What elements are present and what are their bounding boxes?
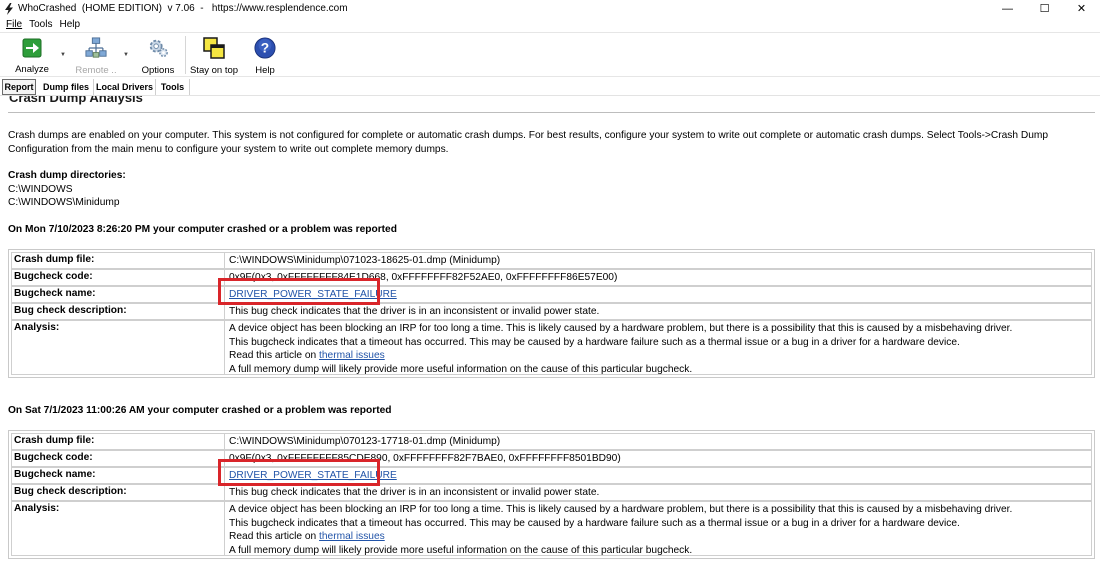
desc-label: Bug check description: — [11, 484, 225, 501]
window-title: WhoCrashed (HOME EDITION) v 7.06 - https… — [18, 3, 348, 14]
code-label: Bugcheck code: — [11, 269, 225, 286]
crash-dump-dirs-label: Crash dump directories: — [8, 170, 126, 181]
table-row: Bugcheck name: DRIVER_POWER_STATE_FAILUR… — [11, 286, 1092, 303]
desc-label: Bug check description: — [11, 303, 225, 320]
maximize-button[interactable]: ☐ — [1026, 0, 1063, 17]
crash-details-table: Crash dump file: C:\WINDOWS\Minidump\070… — [8, 430, 1095, 559]
bug-check-description-value: This bug check indicates that the driver… — [225, 303, 1092, 320]
gear-icon — [147, 37, 169, 59]
tab-dump-files[interactable]: Dump files — [39, 79, 94, 95]
table-row: Crash dump file: C:\WINDOWS\Minidump\070… — [11, 433, 1092, 450]
table-row: Crash dump file: C:\WINDOWS\Minidump\071… — [11, 252, 1092, 269]
tab-bar: Report Dump files Local Drivers Tools — [0, 77, 1100, 96]
thermal-issues-link[interactable]: thermal issues — [319, 350, 385, 361]
menu-tools[interactable]: Tools — [29, 19, 52, 30]
window-controls: — ☐ ✕ — [989, 0, 1100, 17]
file-label: Crash dump file: — [11, 433, 225, 450]
options-label: Options — [141, 65, 175, 76]
toolbar-separator — [185, 36, 186, 74]
stay-on-top-label: Stay on top — [189, 65, 239, 76]
stay-on-top-button[interactable]: Stay on top — [189, 37, 239, 76]
analysis-line: Read this article on thermal issues — [229, 349, 1091, 363]
remote-dropdown-icon[interactable]: ▼ — [123, 52, 129, 58]
analysis-value: A device object has been blocking an IRP… — [225, 501, 1092, 556]
svg-text:?: ? — [261, 41, 269, 56]
highlight-box — [218, 278, 380, 305]
name-label: Bugcheck name: — [11, 467, 225, 484]
crash-heading: On Mon 7/10/2023 8:26:20 PM your compute… — [8, 224, 397, 235]
crash-dump-file-value: C:\WINDOWS\Minidump\070123-17718-01.dmp … — [225, 433, 1092, 450]
analysis-line: A device object has been blocking an IRP… — [229, 323, 1013, 334]
menu-bar: File Tools Help — [0, 17, 1100, 32]
tab-report[interactable]: Report — [2, 79, 36, 95]
remote-label: Remote .. — [75, 65, 117, 76]
analyze-button[interactable]: Analyze — [14, 37, 50, 75]
analysis-line: This bugcheck indicates that a timeout h… — [229, 336, 960, 348]
code-label: Bugcheck code: — [11, 450, 225, 467]
analysis-label: Analysis: — [11, 501, 225, 556]
analyze-label: Analyze — [15, 64, 49, 75]
tab-tools[interactable]: Tools — [156, 79, 190, 95]
report-view[interactable]: Crash Dump Analysis Crash dumps are enab… — [0, 96, 1100, 568]
table-row: Bugcheck code: 0x9F(0x3, 0xFFFFFFFF84E1D… — [11, 269, 1092, 286]
bug-check-description-value: This bug check indicates that the driver… — [225, 484, 1092, 501]
report-heading: Crash Dump Analysis — [9, 96, 143, 105]
file-label: Crash dump file: — [11, 252, 225, 269]
app-lightning-icon — [3, 2, 15, 15]
table-row: Bugcheck code: 0x9F(0x3, 0xFFFFFFFF85CDE… — [11, 450, 1092, 467]
crash-dump-dir: C:\WINDOWS\Minidump — [8, 197, 120, 208]
crash-dump-dir: C:\WINDOWS — [8, 184, 73, 195]
network-icon — [85, 37, 107, 59]
help-question-icon: ? — [254, 37, 276, 59]
table-row: Bugcheck name: DRIVER_POWER_STATE_FAILUR… — [11, 467, 1092, 484]
windows-stack-icon — [203, 37, 225, 59]
title-bar: WhoCrashed (HOME EDITION) v 7.06 - https… — [0, 0, 1100, 17]
highlight-box — [218, 459, 380, 486]
name-label: Bugcheck name: — [11, 286, 225, 303]
menu-help[interactable]: Help — [59, 19, 80, 30]
menu-file[interactable]: File — [6, 19, 22, 30]
analysis-value: A device object has been blocking an IRP… — [225, 320, 1092, 375]
analysis-line: A full memory dump will likely provide m… — [229, 363, 693, 375]
analysis-line: This bugcheck indicates that a timeout h… — [229, 517, 960, 529]
tab-local-drivers[interactable]: Local Drivers — [94, 79, 156, 95]
options-button[interactable]: Options — [138, 37, 178, 76]
close-button[interactable]: ✕ — [1063, 0, 1100, 17]
analysis-article-prefix: Read this article on — [229, 350, 320, 361]
heading-divider — [8, 112, 1095, 113]
help-button[interactable]: ? Help — [250, 37, 280, 76]
table-row: Analysis: A device object has been block… — [11, 320, 1092, 375]
help-label: Help — [255, 65, 275, 76]
analysis-line: Read this article on thermal issues — [229, 530, 1091, 544]
crash-dump-file-value: C:\WINDOWS\Minidump\071023-18625-01.dmp … — [225, 252, 1092, 269]
crash-details-table: Crash dump file: C:\WINDOWS\Minidump\071… — [8, 249, 1095, 378]
table-row: Bug check description: This bug check in… — [11, 484, 1092, 501]
analysis-line: A full memory dump will likely provide m… — [229, 544, 693, 556]
table-row: Bug check description: This bug check in… — [11, 303, 1092, 320]
analyze-dropdown-icon[interactable]: ▼ — [60, 52, 66, 58]
crash-dump-config-paragraph: Crash dumps are enabled on your computer… — [8, 130, 1049, 155]
analysis-article-prefix: Read this article on — [229, 531, 320, 542]
analysis-label: Analysis: — [11, 320, 225, 375]
toolbar: Analyze ▼ Remote .. ▼ Options Stay on to… — [0, 32, 1100, 77]
analysis-line: A device object has been blocking an IRP… — [229, 504, 1013, 515]
analyze-arrow-icon — [21, 37, 43, 58]
crash-heading: On Sat 7/1/2023 11:00:26 AM your compute… — [8, 405, 392, 416]
table-row: Analysis: A device object has been block… — [11, 501, 1092, 556]
remote-button[interactable]: Remote .. — [75, 37, 117, 76]
thermal-issues-link[interactable]: thermal issues — [319, 531, 385, 542]
minimize-button[interactable]: — — [989, 0, 1026, 17]
